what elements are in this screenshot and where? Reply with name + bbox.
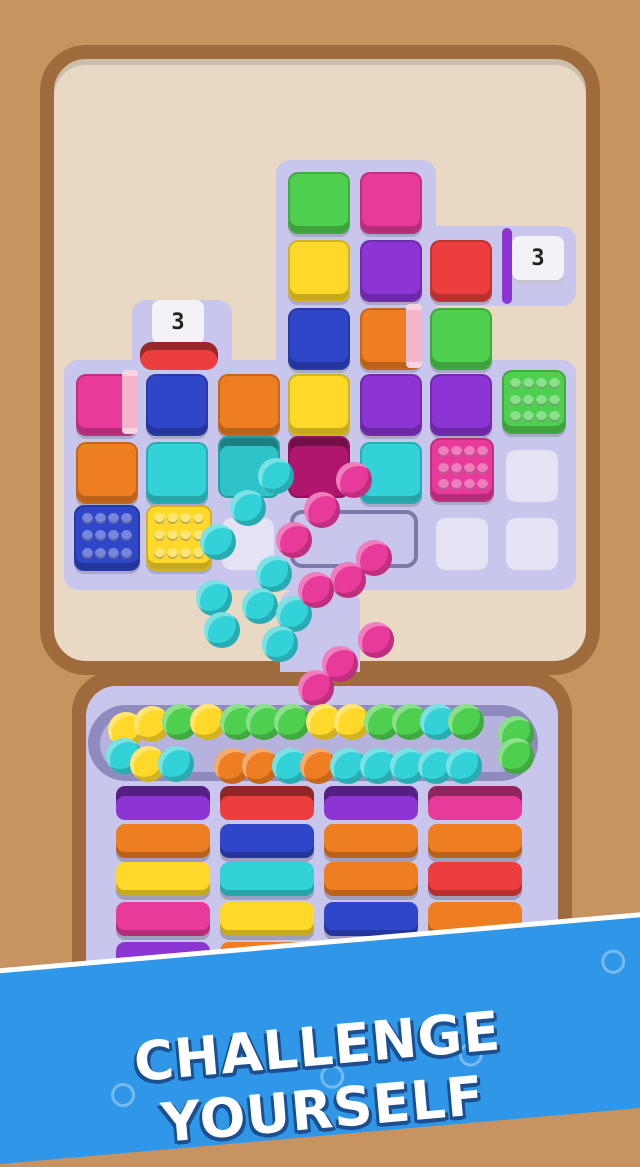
pin-icon (406, 304, 422, 368)
ball-cyan (158, 746, 194, 782)
left-counter-badge: 3 (152, 300, 204, 344)
tile-red[interactable] (430, 240, 492, 302)
tile-blue[interactable] (288, 308, 350, 370)
tile-purple[interactable] (360, 240, 422, 302)
ball-box-blue[interactable] (74, 505, 140, 571)
ball-pink (276, 522, 312, 558)
stack-slot-purple-open[interactable] (324, 786, 418, 820)
right-counter-bar (502, 228, 512, 304)
stack-slot-orange (428, 824, 522, 858)
stack-slot-yellow (116, 862, 210, 896)
tile-cyan[interactable] (146, 442, 208, 504)
red-launcher[interactable] (140, 342, 218, 370)
ball-box-pink[interactable] (430, 438, 494, 502)
ball-cyan (200, 524, 236, 560)
tile-green[interactable] (430, 308, 492, 370)
ball-cyan (446, 748, 482, 784)
lollipop-icon (600, 948, 627, 975)
stack-slot-yellow (220, 902, 314, 936)
ball-box-green[interactable] (502, 370, 566, 434)
empty-cell (436, 518, 488, 570)
tile-purple[interactable] (430, 374, 492, 436)
ball-pink (358, 622, 394, 658)
tile-yellow[interactable] (288, 240, 350, 302)
empty-cell (506, 450, 558, 502)
ball-cyan (256, 556, 292, 592)
ball-cyan (262, 626, 298, 662)
pin-icon (122, 370, 138, 434)
stack-slot-pink-open[interactable] (428, 786, 522, 820)
ball-cyan (196, 580, 232, 616)
ball-cyan (230, 490, 266, 526)
tile-purple[interactable] (360, 374, 422, 436)
ball-pink (304, 492, 340, 528)
ball-cyan (204, 612, 240, 648)
stack-slot-blue (324, 902, 418, 936)
stack-slot-cyan (220, 862, 314, 896)
stack-slot-orange (324, 862, 418, 896)
ball-pink (336, 462, 372, 498)
stack-slot-orange (116, 824, 210, 858)
tile-blue[interactable] (146, 374, 208, 436)
tile-green[interactable] (288, 172, 350, 234)
empty-cell (506, 518, 558, 570)
stack-slot-pink (116, 902, 210, 936)
tile-pink[interactable] (360, 172, 422, 234)
ball-green (274, 704, 310, 740)
stack-slot-orange (324, 824, 418, 858)
right-counter-badge: 3 (512, 236, 564, 280)
tile-orange[interactable] (218, 374, 280, 436)
ball-pink (298, 572, 334, 608)
tile-yellow[interactable] (288, 374, 350, 436)
ball-cyan (242, 588, 278, 624)
ball-pink (330, 562, 366, 598)
ball-green (498, 738, 534, 774)
ball-pink (298, 670, 334, 706)
stack-slot-red-open[interactable] (220, 786, 314, 820)
stack-slot-blue (220, 824, 314, 858)
stack-slot-red (428, 862, 522, 896)
tile-orange[interactable] (76, 442, 138, 504)
ball-cyan (258, 458, 294, 494)
ball-green (448, 704, 484, 740)
stack-slot-purple-open[interactable] (116, 786, 210, 820)
